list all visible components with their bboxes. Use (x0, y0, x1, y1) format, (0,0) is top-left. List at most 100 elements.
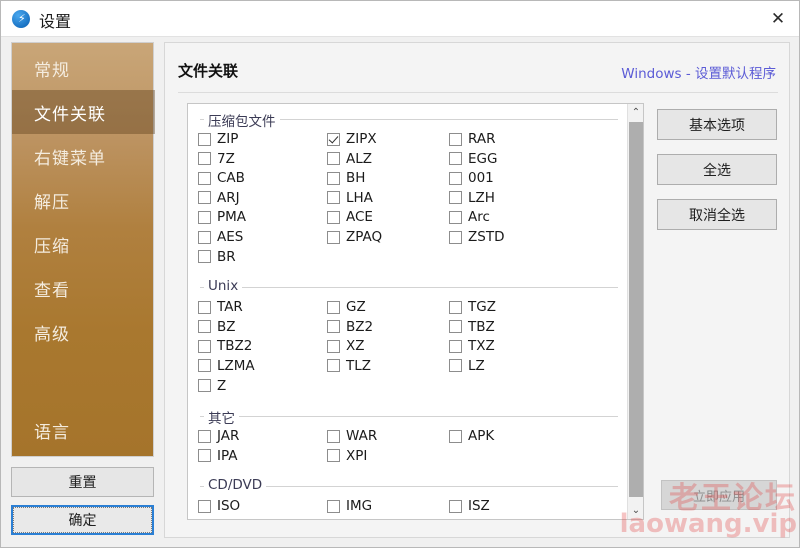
checkbox-unchecked-icon (198, 230, 211, 244)
checkbox-cab[interactable]: CAB (198, 169, 245, 187)
checkbox-label: WIM (346, 518, 375, 519)
sidebar-item-0[interactable]: 常规 (12, 46, 155, 90)
checkbox-checked-icon (327, 132, 340, 146)
vertical-scrollbar[interactable]: ⌃ ⌄ (627, 104, 643, 519)
checkbox-unchecked-icon (198, 320, 211, 334)
scroll-down-icon[interactable]: ⌄ (628, 502, 643, 519)
reset-button-label: 重置 (68, 475, 97, 491)
sidebar-item-5[interactable]: 查看 (12, 266, 155, 310)
checkbox-unchecked-icon (198, 191, 211, 205)
apply-button[interactable]: 立即应用 (661, 480, 777, 510)
checkbox-unchecked-icon (449, 191, 462, 205)
checkbox-bz2[interactable]: BZ2 (327, 318, 373, 336)
checkbox-zipx[interactable]: ZIPX (327, 130, 377, 148)
checkbox-unchecked-icon (449, 499, 462, 513)
checkbox-tbz[interactable]: TBZ (449, 318, 495, 336)
scroll-up-icon[interactable]: ⌃ (628, 104, 643, 121)
select-all-button[interactable]: 全选 (657, 154, 777, 185)
checkbox-arj[interactable]: ARJ (198, 189, 240, 207)
basic-options-button[interactable]: 基本选项 (657, 109, 777, 140)
checkbox-egg[interactable]: EGG (449, 150, 497, 168)
checkbox-z[interactable]: Z (198, 377, 226, 395)
checkbox-label: Arc (468, 209, 490, 226)
sidebar-item-1[interactable]: 文件关联 (12, 90, 155, 134)
checkbox-tlz[interactable]: TLZ (327, 357, 371, 375)
close-icon: ✕ (770, 9, 786, 28)
checkbox-label: TAR (217, 299, 243, 316)
sidebar-item-4[interactable]: 压缩 (12, 222, 155, 266)
checkbox-xz[interactable]: XZ (327, 337, 365, 355)
checkbox-label: IPA (217, 447, 238, 464)
checkbox-ipa[interactable]: IPA (198, 447, 238, 465)
checkbox-bz[interactable]: BZ (198, 318, 236, 336)
association-group-3: CD/DVD ISO UDF IMG WIM ISZ BIN (188, 477, 628, 519)
checkbox-label: ZSTD (468, 229, 505, 245)
checkbox-txz[interactable]: TXZ (449, 337, 495, 355)
checkbox-jar[interactable]: JAR (198, 427, 239, 445)
checkbox-bin[interactable]: BIN (449, 517, 491, 519)
checkbox-xpi[interactable]: XPI (327, 447, 367, 465)
checkbox-label: ARJ (217, 189, 240, 206)
close-button[interactable]: ✕ (755, 1, 799, 36)
checkbox-aes[interactable]: AES (198, 228, 243, 246)
reset-button[interactable]: 重置 (11, 467, 154, 497)
sidebar: 常规 文件关联右键菜单解压压缩查看 高级语言 (11, 42, 155, 457)
checkbox-ace[interactable]: ACE (327, 208, 373, 226)
checkbox-arc[interactable]: Arc (449, 208, 490, 226)
checkbox-unchecked-icon (327, 300, 340, 314)
checkbox-unchecked-icon (198, 210, 211, 224)
checkbox-alz[interactable]: ALZ (327, 150, 372, 168)
checkbox-001[interactable]: 001 (449, 169, 494, 187)
checkbox-pma[interactable]: PMA (198, 208, 246, 226)
sidebar-item-3[interactable]: 解压 (12, 178, 155, 222)
checkbox-tar[interactable]: TAR (198, 298, 243, 316)
checkbox-unchecked-icon (198, 429, 211, 443)
group-legend: CD/DVD (204, 477, 267, 494)
checkbox-label: APK (468, 428, 495, 445)
checkbox-label: 7Z (217, 150, 235, 167)
page-title: 文件关联 (178, 62, 239, 80)
checkbox-gz[interactable]: GZ (327, 298, 366, 316)
checkbox-isz[interactable]: ISZ (449, 497, 490, 515)
checkbox-rar[interactable]: RAR (449, 130, 495, 148)
deselect-all-button[interactable]: 取消全选 (657, 199, 777, 230)
checkbox-zpaq[interactable]: ZPAQ (327, 228, 382, 246)
checkbox-zstd[interactable]: ZSTD (449, 228, 504, 246)
checkbox-tbz2[interactable]: TBZ2 (198, 337, 252, 355)
checkbox-label: BZ (217, 318, 236, 335)
sidebar-item-6[interactable]: 高级 (12, 310, 155, 354)
checkbox-label: XPI (346, 447, 368, 464)
checkbox-unchecked-icon (327, 339, 340, 353)
checkbox-apk[interactable]: APK (449, 427, 494, 445)
checkbox-img[interactable]: IMG (327, 497, 372, 515)
checkbox-unchecked-icon (198, 449, 211, 463)
checkbox-label: TGZ (468, 299, 496, 316)
checkbox-unchecked-icon (198, 152, 211, 166)
checkbox-unchecked-icon (198, 499, 211, 513)
scrollbar-thumb[interactable] (629, 122, 643, 497)
checkbox-unchecked-icon (198, 132, 211, 146)
checkbox-br[interactable]: BR (198, 248, 236, 266)
checkbox-lz[interactable]: LZ (449, 357, 485, 375)
sidebar-item-label: 右键菜单 (34, 148, 106, 169)
association-group-1: Unix TAR BZ TBZ2 LZMA Z GZ BZ2 XZ TLZ TGZ TBZ TXZ LZ (188, 278, 628, 402)
sidebar-item-label: 压缩 (34, 236, 70, 257)
sidebar-item-language[interactable]: 语言 (12, 408, 155, 452)
checkbox-bh[interactable]: BH (327, 169, 365, 187)
sidebar-item-2[interactable]: 右键菜单 (12, 134, 155, 178)
checkbox-7z[interactable]: 7Z (198, 150, 235, 168)
checkbox-wim[interactable]: WIM (327, 517, 375, 519)
ok-button[interactable]: 确定 (11, 505, 154, 535)
checkbox-tgz[interactable]: TGZ (449, 298, 496, 316)
checkbox-war[interactable]: WAR (327, 427, 377, 445)
checkbox-label: UDF (217, 518, 245, 519)
checkbox-lha[interactable]: LHA (327, 189, 373, 207)
checkbox-zip[interactable]: ZIP (198, 130, 238, 148)
group-legend: Unix (204, 278, 243, 295)
checkbox-lzma[interactable]: LZMA (198, 357, 255, 375)
default-programs-link[interactable]: Windows - 设置默认程序 (621, 62, 776, 82)
checkbox-udf[interactable]: UDF (198, 517, 245, 519)
checkbox-lzh[interactable]: LZH (449, 189, 495, 207)
checkbox-label: WAR (346, 428, 378, 445)
checkbox-iso[interactable]: ISO (198, 497, 240, 515)
